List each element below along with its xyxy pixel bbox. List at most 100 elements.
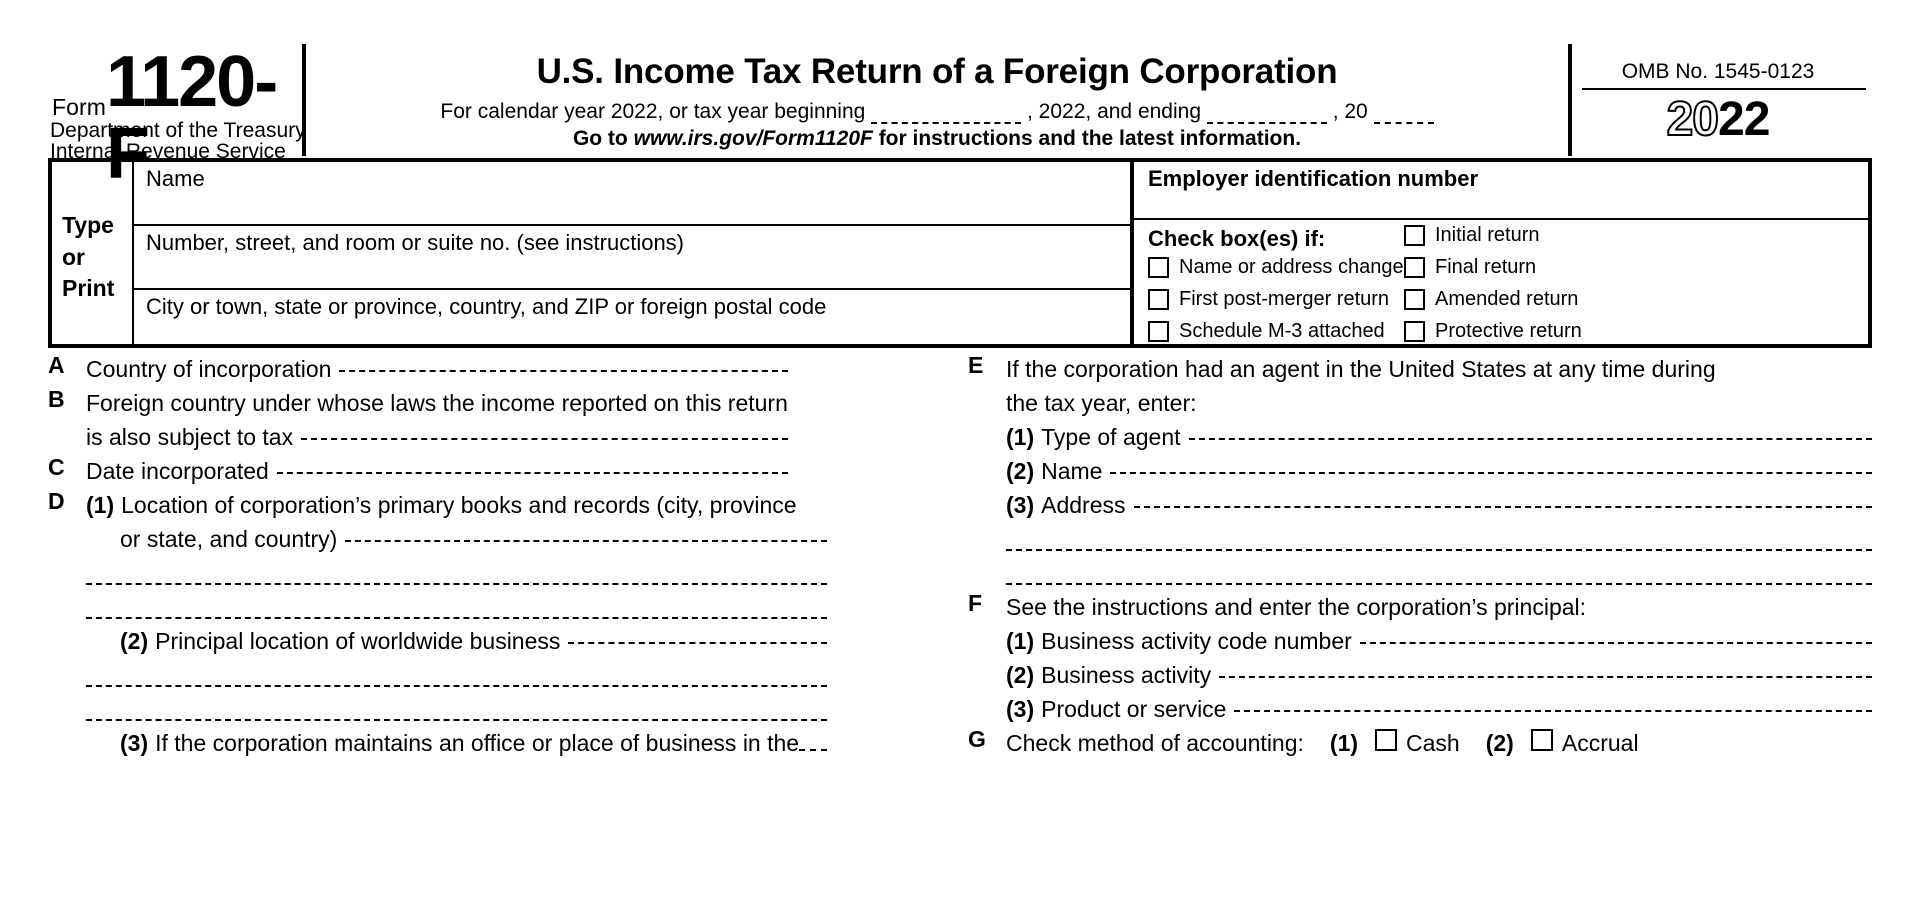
- item-a-country-of-incorporation: A Country of incorporation: [48, 352, 788, 386]
- item-g1-label: Cash: [1406, 730, 1460, 756]
- form-identity-block: Form 1120-F Department of the Treasury I…: [48, 44, 306, 190]
- go-to-prefix: Go to: [572, 127, 628, 150]
- checkbox-accrual-icon[interactable]: [1530, 729, 1553, 751]
- item-f2-input[interactable]: [1219, 676, 1872, 678]
- item-e3-input[interactable]: [1133, 506, 1872, 508]
- item-f-label: See the instructions and enter the corpo…: [1006, 594, 1587, 620]
- item-e1-label: Type of agent: [1041, 424, 1181, 450]
- checkbox-schedule-m3-attached[interactable]: Schedule M-3 attached: [1148, 320, 1385, 343]
- checkbox-icon[interactable]: [1148, 289, 1169, 310]
- tax-year-line: For calendar year 2022, or tax year begi…: [306, 100, 1568, 124]
- calendar-year-suffix: , 20: [1332, 100, 1368, 123]
- checkbox-icon[interactable]: [1404, 321, 1425, 342]
- tax-year-beginning-field[interactable]: [871, 106, 1022, 124]
- checkbox-cash-icon[interactable]: [1375, 729, 1398, 751]
- item-g1-number: (1): [1329, 730, 1359, 756]
- checkbox-label: Schedule M-3 attached: [1179, 320, 1385, 342]
- item-a-input[interactable]: [339, 370, 788, 372]
- item-d1-label-line1: Location of corporation’s primary books …: [121, 492, 797, 518]
- item-d2-input-line2[interactable]: [86, 685, 828, 687]
- item-f2-number: (2): [1006, 662, 1035, 688]
- tax-year-badge: 2022: [1572, 92, 1864, 147]
- item-e-label-line2: the tax year, enter:: [1006, 390, 1197, 416]
- type-or-print-word-3: Print: [62, 275, 115, 301]
- item-d3-input[interactable]: [799, 735, 828, 751]
- tax-year-century: 20: [1666, 92, 1720, 147]
- street-field-row[interactable]: Number, street, and room or suite no. (s…: [134, 226, 1130, 290]
- omb-year-block: OMB No. 1545-0123 2022: [1572, 44, 1872, 156]
- checkbox-icon[interactable]: [1148, 257, 1169, 278]
- page-title: U.S. Income Tax Return of a Foreign Corp…: [536, 52, 1338, 91]
- item-d3-number: (3): [120, 730, 149, 756]
- left-items-column: A Country of incorporation B Foreign cou…: [48, 352, 828, 760]
- item-letter: C: [48, 454, 65, 480]
- item-b-input[interactable]: [301, 438, 788, 440]
- checkbox-name-or-address-change[interactable]: Name or address change: [1148, 256, 1404, 279]
- item-e3-input-line2[interactable]: [1006, 549, 1872, 551]
- item-g-label: Check method of accounting:: [1006, 730, 1304, 756]
- item-f2-label: Business activity: [1041, 662, 1212, 688]
- item-f1-label: Business activity code number: [1041, 628, 1352, 654]
- item-c-input[interactable]: [276, 472, 788, 474]
- checkbox-label: Name or address change: [1179, 256, 1404, 278]
- item-d1-input-line3[interactable]: [86, 617, 828, 619]
- item-g2-label: Accrual: [1561, 730, 1639, 756]
- item-f3-input[interactable]: [1234, 710, 1872, 712]
- checkbox-label: Initial return: [1435, 224, 1540, 246]
- checkbox-final-return[interactable]: Final return: [1404, 256, 1536, 279]
- item-b-foreign-country: B Foreign country under whose laws the i…: [48, 386, 788, 454]
- item-letter: E: [968, 352, 984, 378]
- calendar-year-prefix: For calendar year 2022, or tax year begi…: [440, 100, 866, 123]
- checkbox-amended-return[interactable]: Amended return: [1404, 288, 1578, 311]
- checkbox-icon[interactable]: [1404, 289, 1425, 310]
- item-letter: G: [968, 726, 986, 752]
- name-field-row[interactable]: Name: [134, 162, 1130, 226]
- city-field-label: City or town, state or province, country…: [146, 294, 827, 319]
- item-e3-number: (3): [1006, 492, 1035, 518]
- checkbox-icon[interactable]: [1404, 225, 1425, 246]
- item-d-locations: D (1) Location of corporation’s primary …: [48, 488, 828, 760]
- item-e2-label: Name: [1041, 458, 1103, 484]
- city-field-row[interactable]: City or town, state or province, country…: [134, 290, 1130, 344]
- item-c-label: Date incorporated: [86, 458, 269, 484]
- tax-year-ending-yy-field[interactable]: [1373, 106, 1434, 124]
- item-f-principal-business: F See the instructions and enter the cor…: [968, 590, 1872, 726]
- street-field-label: Number, street, and room or suite no. (s…: [146, 230, 685, 255]
- item-g-method-of-accounting: G Check method of accounting: (1) Cash (…: [968, 726, 1872, 760]
- tax-year-ending-field[interactable]: [1206, 106, 1327, 124]
- item-d2-input[interactable]: [568, 642, 828, 644]
- item-d1-input-line2[interactable]: [86, 583, 828, 585]
- item-f1-number: (1): [1006, 628, 1035, 654]
- item-d2-input-line3[interactable]: [86, 719, 828, 721]
- checkbox-initial-return[interactable]: Initial return: [1404, 224, 1540, 247]
- item-letter: A: [48, 352, 65, 378]
- item-a-label: Country of incorporation: [86, 356, 332, 382]
- item-e3-input-line3[interactable]: [1006, 583, 1872, 585]
- checkbox-icon[interactable]: [1404, 257, 1425, 278]
- ein-field-label: Employer identification number: [1148, 166, 1479, 191]
- checkbox-icon[interactable]: [1148, 321, 1169, 342]
- form-1120f-page: Form 1120-F Department of the Treasury I…: [0, 0, 1920, 899]
- item-d2-label: Principal location of worldwide business: [155, 628, 561, 654]
- checkbox-protective-return[interactable]: Protective return: [1404, 320, 1582, 343]
- item-e1-input[interactable]: [1188, 438, 1872, 440]
- form-header: Form 1120-F Department of the Treasury I…: [48, 44, 1872, 190]
- type-or-print-word-1: Type: [62, 212, 114, 238]
- item-e1-number: (1): [1006, 424, 1035, 450]
- omb-divider: [1582, 88, 1866, 90]
- type-or-print-word-2: or: [62, 244, 85, 270]
- item-e-us-agent: E If the corporation had an agent in the…: [968, 352, 1872, 590]
- item-d1-input[interactable]: [345, 540, 828, 542]
- item-e2-number: (2): [1006, 458, 1035, 484]
- ein-and-checkboxes: Employer identification number Check box…: [1134, 162, 1868, 344]
- irs-form-url-link[interactable]: www.irs.gov/Form1120F: [634, 127, 873, 150]
- checkbox-first-post-merger-return[interactable]: First post-merger return: [1148, 288, 1389, 311]
- item-b-label-line1: Foreign country under whose laws the inc…: [86, 390, 788, 416]
- item-f3-label: Product or service: [1041, 696, 1227, 722]
- item-f1-input[interactable]: [1359, 642, 1872, 644]
- item-b-label-line2: is also subject to tax: [86, 424, 294, 450]
- instructions-link-line: Go to www.irs.gov/Form1120F for instruct…: [306, 127, 1568, 151]
- item-e2-input[interactable]: [1110, 472, 1872, 474]
- checkbox-label: Final return: [1435, 256, 1537, 278]
- item-d2-number: (2): [120, 628, 149, 654]
